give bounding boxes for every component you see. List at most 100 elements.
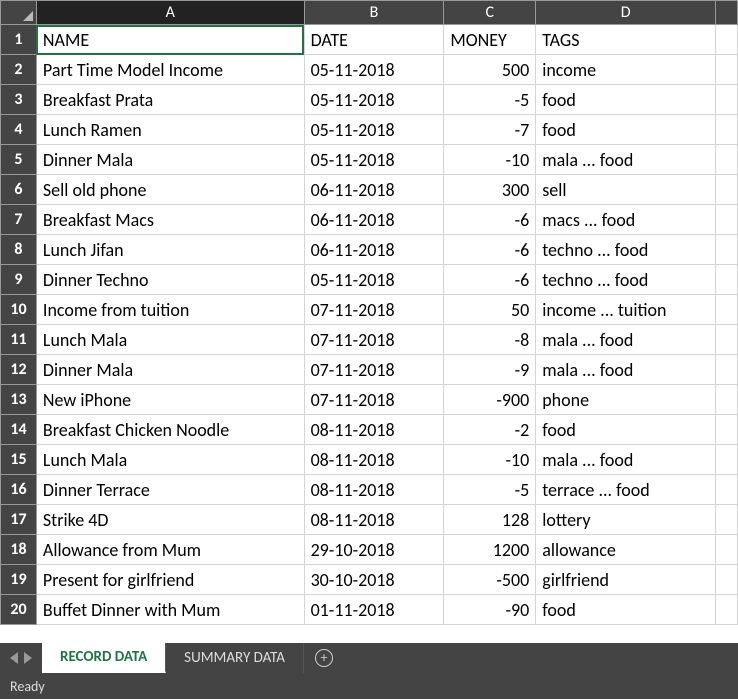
cell-E8[interactable]: [716, 235, 738, 265]
row-header-5[interactable]: 5: [1, 145, 37, 175]
cell-E7[interactable]: [716, 205, 738, 235]
row-header-13[interactable]: 13: [1, 385, 37, 415]
cell-C10[interactable]: 50: [444, 295, 536, 325]
cell-A15[interactable]: Lunch Mala: [36, 445, 304, 475]
cell-D12[interactable]: mala ... food: [536, 355, 716, 385]
cell-D9[interactable]: techno ... food: [536, 265, 716, 295]
cell-A3[interactable]: Breakfast Prata: [36, 85, 304, 115]
cell-B12[interactable]: 07-11-2018: [304, 355, 444, 385]
cell-C19[interactable]: -500: [444, 565, 536, 595]
col-header-A[interactable]: A: [36, 1, 304, 25]
cell-A17[interactable]: Strike 4D: [36, 505, 304, 535]
cell-A9[interactable]: Dinner Techno: [36, 265, 304, 295]
cell-D5[interactable]: mala ... food: [536, 145, 716, 175]
add-sheet-button[interactable]: +: [304, 643, 344, 673]
cell-C11[interactable]: -8: [444, 325, 536, 355]
cell-D15[interactable]: mala ... food: [536, 445, 716, 475]
cell-D19[interactable]: girlfriend: [536, 565, 716, 595]
cell-A4[interactable]: Lunch Ramen: [36, 115, 304, 145]
row-header-20[interactable]: 20: [1, 595, 37, 625]
cell-B3[interactable]: 05-11-2018: [304, 85, 444, 115]
cell-B20[interactable]: 01-11-2018: [304, 595, 444, 625]
cell-B15[interactable]: 08-11-2018: [304, 445, 444, 475]
cell-E2[interactable]: [716, 55, 738, 85]
row-header-11[interactable]: 11: [1, 325, 37, 355]
cell-A18[interactable]: Allowance from Mum: [36, 535, 304, 565]
cell-B10[interactable]: 07-11-2018: [304, 295, 444, 325]
cell-B9[interactable]: 05-11-2018: [304, 265, 444, 295]
cell-A2[interactable]: Part Time Model Income: [36, 55, 304, 85]
cell-C2[interactable]: 500: [444, 55, 536, 85]
row-header-17[interactable]: 17: [1, 505, 37, 535]
row-header-15[interactable]: 15: [1, 445, 37, 475]
cell-E17[interactable]: [716, 505, 738, 535]
cell-A13[interactable]: New iPhone: [36, 385, 304, 415]
cell-B4[interactable]: 05-11-2018: [304, 115, 444, 145]
cell-E3[interactable]: [716, 85, 738, 115]
cell-A5[interactable]: Dinner Mala: [36, 145, 304, 175]
cell-D8[interactable]: techno ... food: [536, 235, 716, 265]
cell-E15[interactable]: [716, 445, 738, 475]
cell-C7[interactable]: -6: [444, 205, 536, 235]
cell-D2[interactable]: income: [536, 55, 716, 85]
cell-C16[interactable]: -5: [444, 475, 536, 505]
col-header-C[interactable]: C: [444, 1, 536, 25]
cell-E10[interactable]: [716, 295, 738, 325]
cell-D17[interactable]: lottery: [536, 505, 716, 535]
row-header-8[interactable]: 8: [1, 235, 37, 265]
col-header-D[interactable]: D: [536, 1, 716, 25]
cell-D14[interactable]: food: [536, 415, 716, 445]
cell-A11[interactable]: Lunch Mala: [36, 325, 304, 355]
sheet-tab-summary-data[interactable]: SUMMARY DATA: [166, 643, 304, 673]
cell-D20[interactable]: food: [536, 595, 716, 625]
cell-B6[interactable]: 06-11-2018: [304, 175, 444, 205]
cell-D6[interactable]: sell: [536, 175, 716, 205]
cell-C8[interactable]: -6: [444, 235, 536, 265]
cell-D16[interactable]: terrace ... food: [536, 475, 716, 505]
cell-B2[interactable]: 05-11-2018: [304, 55, 444, 85]
cell-B16[interactable]: 08-11-2018: [304, 475, 444, 505]
row-header-10[interactable]: 10: [1, 295, 37, 325]
cell-B8[interactable]: 06-11-2018: [304, 235, 444, 265]
cell-C20[interactable]: -90: [444, 595, 536, 625]
cell-C9[interactable]: -6: [444, 265, 536, 295]
cell-A10[interactable]: Income from tuition: [36, 295, 304, 325]
tab-prev-icon[interactable]: [10, 652, 18, 664]
select-all-corner[interactable]: [1, 1, 37, 25]
cell-C14[interactable]: -2: [444, 415, 536, 445]
row-header-3[interactable]: 3: [1, 85, 37, 115]
cell-B7[interactable]: 06-11-2018: [304, 205, 444, 235]
col-header-B[interactable]: B: [304, 1, 444, 25]
cell-E14[interactable]: [716, 415, 738, 445]
cell-D13[interactable]: phone: [536, 385, 716, 415]
row-header-4[interactable]: 4: [1, 115, 37, 145]
cell-A16[interactable]: Dinner Terrace: [36, 475, 304, 505]
cell-A8[interactable]: Lunch Jifan: [36, 235, 304, 265]
row-header-19[interactable]: 19: [1, 565, 37, 595]
cell-D7[interactable]: macs ... food: [536, 205, 716, 235]
cell-B19[interactable]: 30-10-2018: [304, 565, 444, 595]
row-header-14[interactable]: 14: [1, 415, 37, 445]
cell-D4[interactable]: food: [536, 115, 716, 145]
cell-A20[interactable]: Buffet Dinner with Mum: [36, 595, 304, 625]
cell-E19[interactable]: [716, 565, 738, 595]
cell-A7[interactable]: Breakfast Macs: [36, 205, 304, 235]
cell-B13[interactable]: 07-11-2018: [304, 385, 444, 415]
cell-E18[interactable]: [716, 535, 738, 565]
row-header-12[interactable]: 12: [1, 355, 37, 385]
cell-E9[interactable]: [716, 265, 738, 295]
tab-next-icon[interactable]: [24, 652, 32, 664]
cell-E13[interactable]: [716, 385, 738, 415]
row-header-2[interactable]: 2: [1, 55, 37, 85]
cell-C17[interactable]: 128: [444, 505, 536, 535]
row-header-7[interactable]: 7: [1, 205, 37, 235]
cell-A19[interactable]: Present for girlfriend: [36, 565, 304, 595]
cell-E11[interactable]: [716, 325, 738, 355]
cell-C1[interactable]: MONEY: [444, 25, 536, 55]
cell-C12[interactable]: -9: [444, 355, 536, 385]
cell-C6[interactable]: 300: [444, 175, 536, 205]
cell-D18[interactable]: allowance: [536, 535, 716, 565]
cell-B14[interactable]: 08-11-2018: [304, 415, 444, 445]
cell-B11[interactable]: 07-11-2018: [304, 325, 444, 355]
cell-D10[interactable]: income ... tuition: [536, 295, 716, 325]
